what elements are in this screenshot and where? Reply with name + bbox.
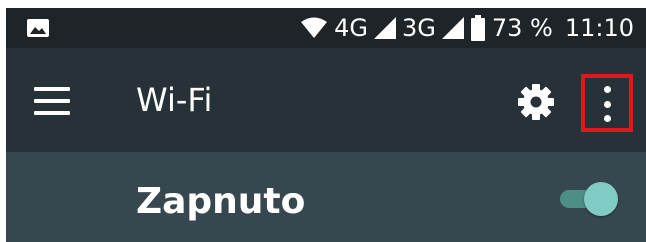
more-vert-dot — [604, 100, 611, 108]
master-switch-label: Zapnuto — [136, 181, 306, 222]
menu-icon-line — [34, 87, 70, 91]
settings-gear-icon[interactable] — [516, 82, 556, 122]
image-notification-icon — [27, 19, 49, 37]
master-switch-row[interactable]: Zapnuto — [6, 152, 646, 242]
status-bar: 4G 3G 73 % 11:10 — [6, 8, 646, 48]
more-vert-icon[interactable] — [604, 86, 612, 122]
cell-signal-icon — [373, 17, 396, 39]
wifi-signal-icon — [301, 17, 328, 38]
clock: 11:10 — [564, 14, 634, 42]
menu-icon-line — [34, 99, 70, 103]
status-icons: 4G 3G 73 % 11:10 — [300, 8, 634, 48]
battery-percent: 73 % — [491, 14, 553, 42]
app-bar: Wi-Fi — [6, 48, 646, 152]
menu-icon-line — [34, 111, 70, 115]
network-3g-label: 3G — [401, 14, 436, 42]
switch-thumb — [584, 182, 618, 216]
cell-signal-icon — [441, 17, 464, 39]
menu-icon[interactable] — [30, 83, 74, 119]
more-vert-dot — [604, 115, 611, 122]
more-vert-dot — [604, 86, 611, 93]
network-4g-label: 4G — [334, 14, 368, 42]
page-title: Wi-Fi — [136, 81, 213, 119]
screen: 4G 3G 73 % 11:10 Wi-Fi Zapnuto — [6, 8, 646, 242]
battery-icon — [470, 15, 485, 41]
wifi-toggle-switch[interactable] — [556, 178, 620, 218]
